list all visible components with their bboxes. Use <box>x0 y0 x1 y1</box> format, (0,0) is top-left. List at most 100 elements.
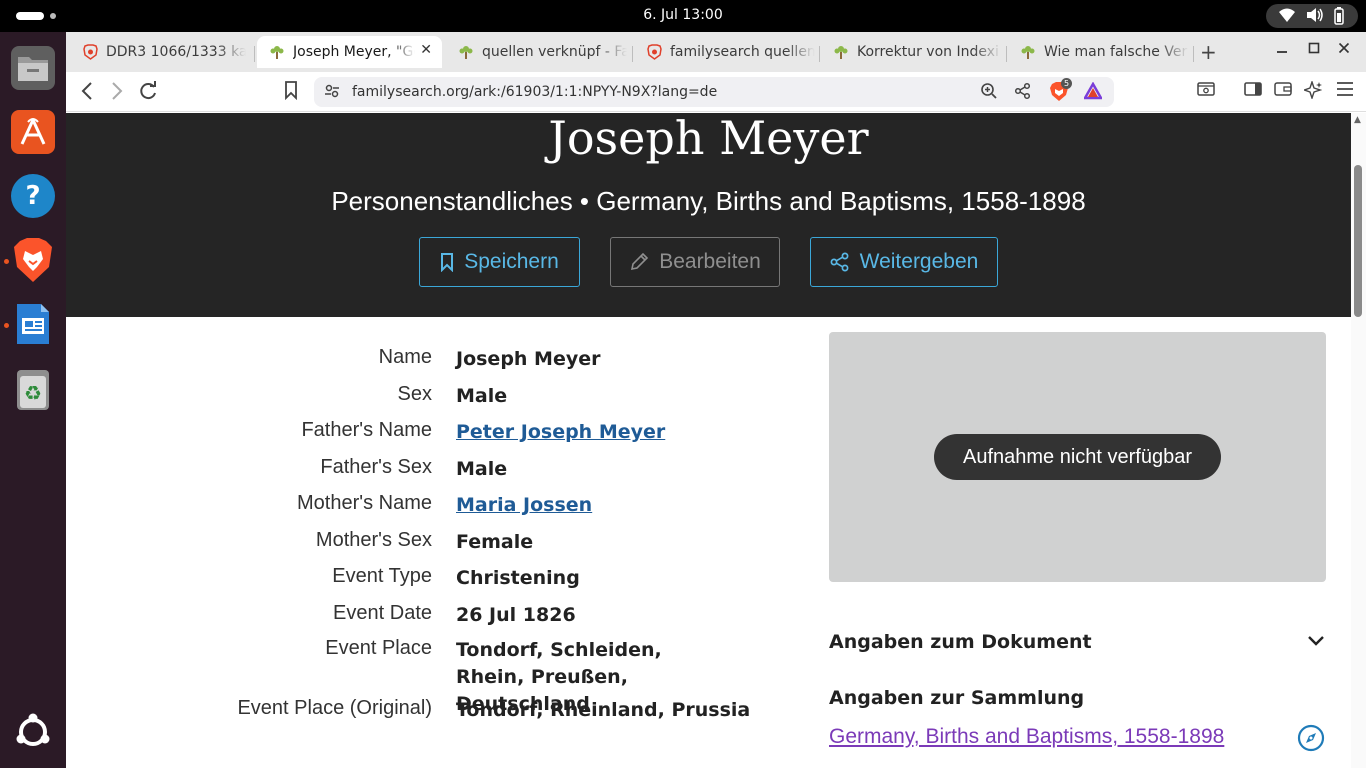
running-indicator <box>4 323 9 328</box>
new-tab-icon[interactable]: + <box>1200 40 1217 64</box>
brave-browser-icon[interactable] <box>11 238 55 282</box>
fact-value: Tondorf, Rheinland, Prussia <box>456 699 751 721</box>
libreoffice-writer-icon[interactable] <box>11 302 55 346</box>
trash-icon[interactable]: ♻ <box>11 368 55 412</box>
menu-icon[interactable] <box>1336 81 1354 101</box>
fact-label: Mother's Sex <box>315 529 432 551</box>
fact-value: Female <box>456 531 534 553</box>
document-details-toggle[interactable]: Angaben zum Dokument <box>829 631 1092 653</box>
scrollbar-thumb[interactable] <box>1354 165 1362 317</box>
share-button-label: Weitergeben <box>859 250 979 273</box>
bookmark-icon[interactable] <box>284 80 298 105</box>
fact-label: Event Type <box>332 565 432 587</box>
browser-toolbar: familysearch.org/ark:/61903/1:1:NPYY-N9X… <box>66 72 1366 112</box>
system-clock[interactable]: 6. Jul 13:00 <box>0 7 1366 23</box>
pencil-icon <box>629 252 649 272</box>
familysearch-tree-icon <box>269 44 285 60</box>
wifi-icon <box>1278 7 1296 27</box>
brave-rewards-icon[interactable] <box>1082 81 1104 104</box>
back-icon[interactable] <box>80 80 94 107</box>
familysearch-tree-icon <box>1020 44 1036 60</box>
tab-separator <box>254 46 255 62</box>
edit-button[interactable]: Bearbeiten <box>610 237 780 287</box>
brave-shields-icon[interactable]: 5 <box>1048 78 1072 106</box>
minimize-icon[interactable] <box>1276 42 1288 58</box>
browser-tab[interactable]: DDR3 1066/1333 kaufen <box>70 36 250 68</box>
fact-label: Mother's Name <box>297 492 432 514</box>
battery-icon <box>1332 7 1346 29</box>
fact-label: Sex <box>397 383 432 405</box>
image-unavailable-badge: Aufnahme nicht verfügbar <box>934 434 1221 480</box>
browser-tab[interactable]: Korrektur von Indexi <box>821 36 1006 68</box>
browser-tab-active[interactable]: Joseph Meyer, "Germany ✕ <box>257 36 442 68</box>
share-icon[interactable] <box>1014 82 1032 104</box>
volume-icon <box>1306 7 1324 27</box>
tab-label: quellen verknüpf - Fa <box>482 44 627 60</box>
browser-tab[interactable]: quellen verknüpf - Fa <box>446 36 631 68</box>
zoom-icon[interactable] <box>980 82 998 104</box>
brave-shield-icon <box>82 44 98 60</box>
fact-value: Male <box>456 458 508 480</box>
close-tab-icon[interactable]: ✕ <box>420 42 432 58</box>
mother-name-link[interactable]: Maria Jossen <box>456 492 756 519</box>
system-top-bar: 6. Jul 13:00 <box>0 0 1366 32</box>
browser-tab[interactable]: familysearch quellen <box>634 36 819 68</box>
url-text[interactable]: familysearch.org/ark:/61903/1:1:NPYY-N9X… <box>352 84 717 100</box>
brave-shield-icon <box>646 44 662 60</box>
fact-value: Joseph Meyer <box>456 348 601 370</box>
shields-count-badge: 5 <box>1061 78 1072 89</box>
tab-label: Joseph Meyer, "Germany <box>293 44 415 60</box>
tab-label: Korrektur von Indexi <box>857 44 999 60</box>
fact-label: Event Place (Original) <box>237 697 432 719</box>
save-button-label: Speichern <box>464 250 559 273</box>
fact-value: Christening <box>456 567 580 589</box>
page-scrollbar[interactable]: ▲ <box>1351 113 1366 768</box>
page-title: Joseph Meyer <box>548 113 869 165</box>
bookmark-icon <box>440 252 454 272</box>
record-header: Joseph Meyer Personenstandliches • Germa… <box>66 113 1351 317</box>
tab-separator <box>632 46 633 62</box>
help-icon[interactable]: ? <box>11 174 55 218</box>
files-app-icon[interactable] <box>11 46 55 90</box>
collection-details-heading: Angaben zur Sammlung <box>829 687 1085 709</box>
address-bar[interactable]: familysearch.org/ark:/61903/1:1:NPYY-N9X… <box>314 77 1114 107</box>
svg-text:♻: ♻ <box>24 381 42 405</box>
chevron-down-icon[interactable] <box>1306 631 1326 655</box>
fact-label: Name <box>378 346 432 368</box>
tab-separator <box>819 46 820 62</box>
tab-label: DDR3 1066/1333 kaufen <box>106 44 246 60</box>
collection-link[interactable]: Germany, Births and Baptisms, 1558-1898 <box>829 725 1224 749</box>
save-button[interactable]: Speichern <box>419 237 580 287</box>
tab-label: familysearch quellen <box>670 44 815 60</box>
fact-label: Father's Name <box>301 419 432 441</box>
share-icon <box>830 252 850 272</box>
site-info-icon[interactable] <box>324 82 340 104</box>
running-indicator <box>4 259 9 264</box>
record-subtitle: Personenstandliches • Germany, Births an… <box>331 186 1086 216</box>
edit-button-label: Bearbeiten <box>659 250 761 273</box>
system-tray[interactable] <box>1266 4 1358 28</box>
sidebar-icon[interactable] <box>1244 81 1262 101</box>
forward-icon[interactable] <box>110 80 124 107</box>
share-button[interactable]: Weitergeben <box>810 237 998 287</box>
fact-value: 26 Jul 1826 <box>456 604 576 626</box>
browser-tab-strip: DDR3 1066/1333 kaufen Joseph Meyer, "Ger… <box>66 32 1366 72</box>
record-image-viewer: Aufnahme nicht verfügbar <box>829 332 1326 582</box>
scroll-up-icon[interactable]: ▲ <box>1354 115 1361 125</box>
application-dock: ? ♻ <box>0 32 66 768</box>
fact-label: Father's Sex <box>320 456 432 478</box>
compass-icon[interactable] <box>1297 724 1325 756</box>
maximize-icon[interactable] <box>1308 42 1320 58</box>
reload-icon[interactable] <box>138 80 158 107</box>
wallet-icon[interactable] <box>1274 81 1292 101</box>
leo-ai-icon[interactable] <box>1302 79 1323 103</box>
browser-tab[interactable]: Wie man falsche Ver <box>1008 36 1193 68</box>
tab-search-icon[interactable] <box>1197 81 1215 101</box>
fact-label: Event Place <box>325 637 432 659</box>
app-center-icon[interactable] <box>11 110 55 154</box>
fact-value: Male <box>456 385 508 407</box>
father-name-link[interactable]: Peter Joseph Meyer <box>456 419 756 446</box>
close-window-icon[interactable] <box>1338 42 1350 58</box>
familysearch-tree-icon <box>833 44 849 60</box>
show-apps-icon[interactable] <box>11 710 55 754</box>
